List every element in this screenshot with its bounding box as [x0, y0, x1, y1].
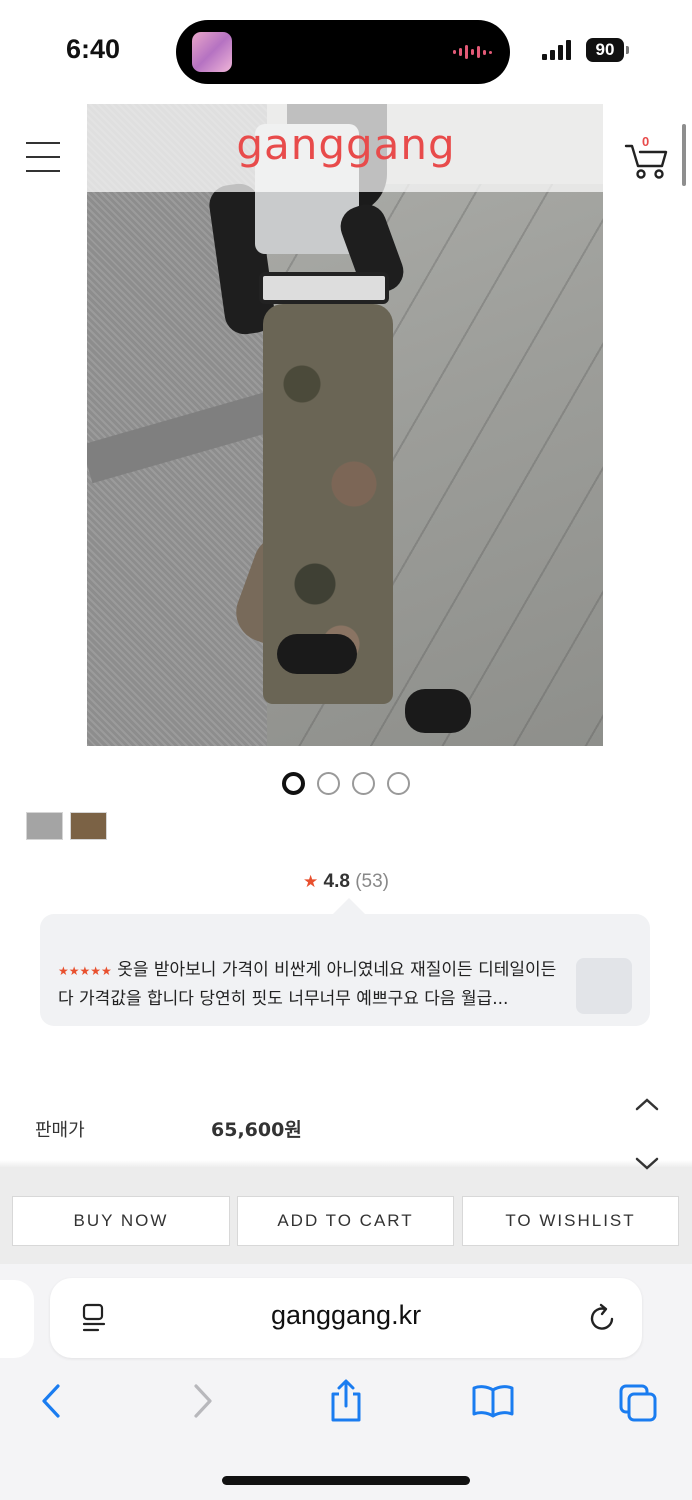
review-photo-thumbnail[interactable] — [576, 958, 632, 1014]
browser-toolbar: ganggang.kr — [0, 1264, 692, 1500]
color-swatches — [26, 812, 107, 840]
add-to-cart-button[interactable]: ADD TO CART — [237, 1196, 454, 1246]
tabs-icon[interactable] — [618, 1378, 658, 1424]
address-bar[interactable]: ganggang.kr — [50, 1278, 642, 1358]
previous-tab-peek[interactable] — [0, 1280, 34, 1358]
home-indicator[interactable] — [222, 1476, 470, 1485]
wishlist-button[interactable]: TO WISHLIST — [462, 1196, 679, 1246]
cart-count-badge: 0 — [642, 134, 650, 149]
url-text: ganggang.kr — [270, 1300, 422, 1330]
gallery-dot[interactable] — [317, 772, 340, 795]
cellular-signal-icon — [542, 40, 571, 60]
price-value: 65,600원 — [211, 1119, 302, 1141]
dynamic-island[interactable] — [176, 20, 510, 84]
gallery-dot[interactable] — [387, 772, 410, 795]
rating-score: 4.8 — [323, 871, 350, 892]
review-body: 옷을 받아보니 가격이 비싼게 아니였네요 재질이든 디테일이든 다 가격값을 … — [58, 960, 557, 1009]
gallery-dot[interactable] — [352, 772, 375, 795]
site-logo[interactable]: ganggang — [0, 120, 692, 169]
rating-count: (53) — [355, 871, 390, 892]
scroll-down-chevron-icon[interactable] — [632, 1152, 662, 1176]
page-scrollbar[interactable] — [682, 124, 686, 186]
product-image[interactable] — [87, 104, 603, 746]
battery-icon: 90 — [586, 38, 624, 62]
reload-icon[interactable] — [588, 1302, 618, 1334]
gallery-pagination — [0, 772, 692, 795]
review-stars: ★★★★★ — [58, 964, 112, 978]
swatch-brown[interactable] — [70, 812, 107, 840]
audio-waveform-icon — [453, 44, 492, 60]
model-shoe-right — [405, 689, 471, 733]
price-label: 판매가 — [35, 1120, 85, 1141]
model-shoe-left — [277, 634, 357, 674]
battery-tip — [626, 46, 629, 54]
review-text-block: ★★★★★ 옷을 받아보니 가격이 비싼게 아니였네요 재질이든 디테일이든 다… — [58, 956, 568, 1013]
forward-icon[interactable] — [182, 1378, 222, 1424]
now-playing-artwork — [192, 32, 232, 72]
purchase-actions-bar: BUY NOW ADD TO CART TO WISHLIST — [0, 1168, 692, 1264]
gallery-dot[interactable] — [282, 772, 305, 795]
review-preview-card[interactable]: ★★★★★ 옷을 받아보니 가격이 비싼게 아니였네요 재질이든 디테일이든 다… — [40, 914, 650, 1026]
rating-summary[interactable]: ★ 4.8 (53) — [0, 871, 692, 893]
share-icon[interactable] — [326, 1378, 366, 1424]
review-card-pointer — [333, 898, 365, 914]
model-belt — [259, 272, 389, 304]
site-header: ganggang 0 — [0, 104, 692, 192]
bookmarks-icon[interactable] — [470, 1378, 516, 1424]
scroll-up-chevron-icon[interactable] — [632, 1092, 662, 1116]
price-row: 판매가 65,600원 — [0, 1110, 692, 1150]
status-bar: 6:40 90 — [0, 0, 692, 100]
back-icon[interactable] — [32, 1378, 72, 1424]
buy-now-button[interactable]: BUY NOW — [12, 1196, 230, 1246]
star-icon: ★ — [302, 872, 319, 891]
swatch-gray[interactable] — [26, 812, 63, 840]
status-time: 6:40 — [66, 34, 121, 64]
